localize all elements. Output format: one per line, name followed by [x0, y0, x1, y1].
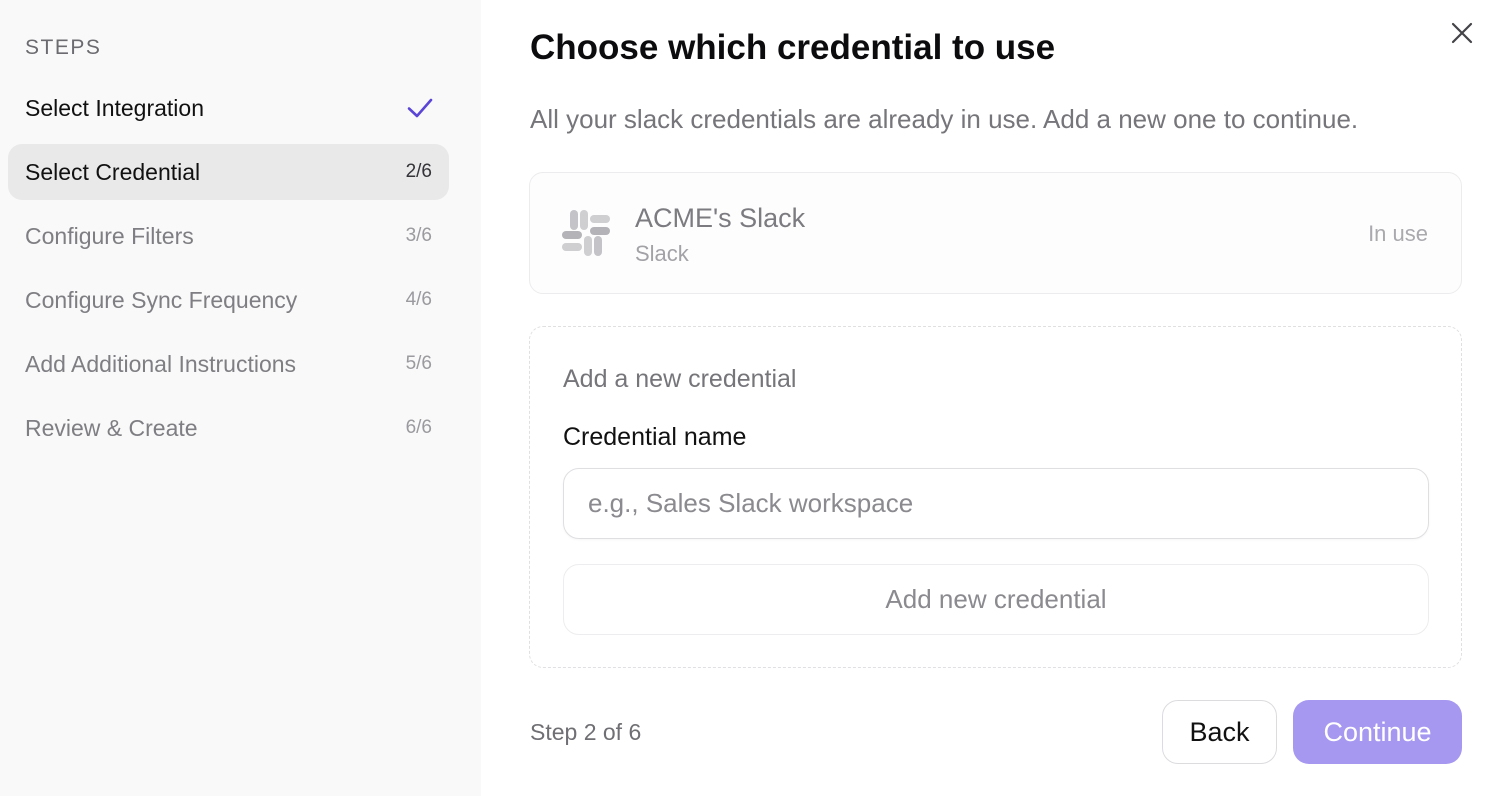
- new-credential-heading: Add a new credential: [563, 365, 797, 393]
- page-subtitle: All your slack credentials are already i…: [530, 104, 1359, 134]
- close-icon[interactable]: [1447, 18, 1477, 48]
- new-credential-section: Add a new credential Credential name Add…: [529, 326, 1462, 668]
- credential-name-label: Credential name: [563, 423, 747, 451]
- credential-name-input[interactable]: [563, 468, 1429, 539]
- continue-button[interactable]: Continue: [1293, 700, 1462, 764]
- step-select-integration[interactable]: Select Integration: [8, 80, 449, 136]
- credential-status-badge: In use: [1368, 221, 1428, 246]
- add-new-credential-button[interactable]: Add new credential: [563, 564, 1429, 635]
- step-label: Configure Filters: [25, 222, 194, 249]
- check-icon: [407, 98, 433, 118]
- step-label: Review & Create: [25, 414, 198, 441]
- step-label: Add Additional Instructions: [25, 350, 297, 377]
- slack-icon: [562, 210, 610, 256]
- step-indicator: Step 2 of 6: [530, 719, 642, 745]
- step-label: Select Credential: [25, 158, 201, 185]
- credential-type: Slack: [635, 241, 689, 266]
- step-count: 2/6: [405, 161, 432, 182]
- step-count: 6/6: [405, 417, 432, 438]
- steps-sidebar: STEPS Select Integration Select Credenti…: [0, 0, 481, 796]
- step-add-additional-instructions[interactable]: Add Additional Instructions 5/6: [8, 336, 449, 392]
- credential-card: ACME's Slack Slack In use: [529, 172, 1462, 294]
- page-title: Choose which credential to use: [530, 28, 1056, 67]
- step-configure-sync-frequency[interactable]: Configure Sync Frequency 4/6: [8, 272, 449, 328]
- step-count: 5/6: [405, 353, 432, 374]
- back-button[interactable]: Back: [1162, 700, 1277, 764]
- step-count: 4/6: [405, 289, 432, 310]
- step-select-credential[interactable]: Select Credential 2/6: [8, 144, 449, 200]
- credential-name: ACME's Slack: [635, 203, 806, 233]
- step-label: Select Integration: [25, 94, 205, 121]
- step-count: 3/6: [405, 225, 432, 246]
- step-label: Configure Sync Frequency: [25, 286, 298, 313]
- steps-heading: STEPS: [25, 36, 102, 59]
- step-review-create[interactable]: Review & Create 6/6: [8, 400, 449, 456]
- main-panel: Choose which credential to use All your …: [481, 0, 1499, 796]
- step-configure-filters[interactable]: Configure Filters 3/6: [8, 208, 449, 264]
